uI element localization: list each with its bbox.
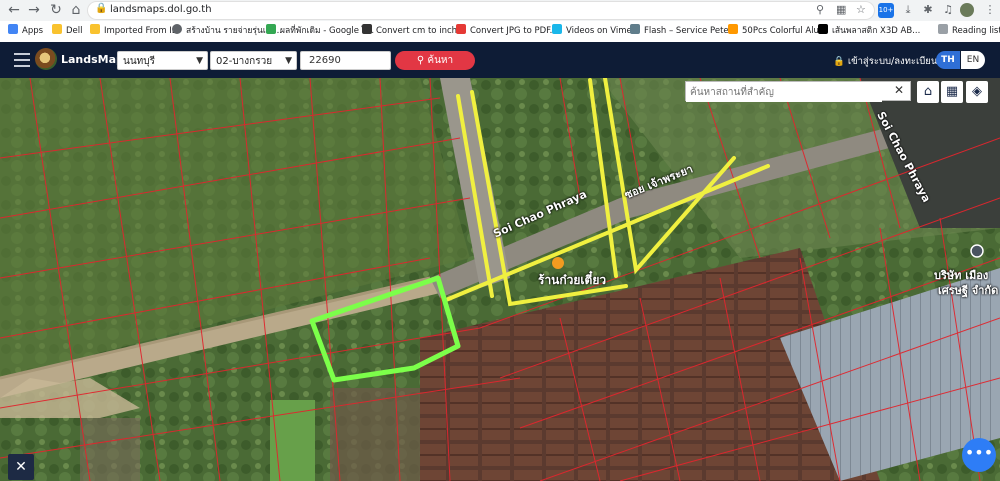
district-select[interactable]: 02-บางกรวย ▼ bbox=[210, 51, 297, 70]
more-options-button[interactable]: ••• bbox=[962, 438, 996, 472]
place-search-box[interactable]: ✕ bbox=[685, 81, 911, 102]
extensions-icon[interactable]: ✱ bbox=[920, 2, 936, 18]
globe-icon bbox=[172, 24, 182, 34]
satellite-map bbox=[0, 78, 1000, 481]
bookmark-dell[interactable]: Dell bbox=[52, 23, 83, 39]
tools-icon[interactable]: ✕ bbox=[8, 454, 34, 480]
poi-marker-icon bbox=[552, 257, 564, 269]
bookmark-item[interactable]: ผลที่พักเดิม - Google ไ... bbox=[266, 23, 374, 39]
vimeo-icon bbox=[552, 24, 562, 34]
x-brand-icon bbox=[818, 24, 828, 34]
landsmaps-logo bbox=[35, 48, 57, 70]
app-header: LandsMaps นนทบุรี▼ 02-บางกรวย▼ ⚲ ค้นหา 🔒… bbox=[0, 42, 1000, 78]
search-button[interactable]: ⚲ ค้นหา bbox=[395, 51, 475, 70]
forward-icon[interactable]: → bbox=[26, 2, 42, 18]
close-icon[interactable]: ✕ bbox=[894, 83, 904, 97]
layers-icon[interactable]: ◈ bbox=[966, 81, 988, 103]
bookmark-item[interactable]: เส้นพลาสติก X3D AB... bbox=[818, 23, 920, 39]
qr-icon[interactable]: ▦ bbox=[836, 3, 846, 16]
location-icon[interactable]: ⚲ bbox=[816, 3, 824, 16]
shop-icon bbox=[728, 24, 738, 34]
reading-list-icon bbox=[938, 24, 948, 34]
bookmark-item[interactable]: Flash – Service Pete... bbox=[630, 23, 737, 39]
home-icon[interactable]: ⌂ bbox=[68, 2, 84, 18]
chevron-down-icon: ▼ bbox=[196, 56, 203, 66]
apps-grid-icon bbox=[8, 24, 18, 34]
media-icon[interactable]: ♫ bbox=[940, 2, 956, 18]
lang-en-button[interactable]: EN bbox=[961, 51, 985, 69]
folder-icon bbox=[90, 24, 100, 34]
url-text: landsmaps.dol.go.th bbox=[110, 4, 212, 15]
hamburger-menu-icon[interactable] bbox=[14, 53, 30, 67]
back-icon[interactable]: ← bbox=[6, 2, 22, 18]
lock-icon: 🔒 bbox=[833, 56, 848, 67]
reload-icon[interactable]: ↻ bbox=[48, 2, 64, 18]
star-icon[interactable]: ☆ bbox=[856, 3, 866, 16]
grid-table-icon[interactable]: ▦ bbox=[941, 81, 963, 103]
company-marker-icon bbox=[970, 244, 984, 258]
bookmarks-bar: Apps Dell Imported From IE สร้างบ้าน ราย… bbox=[0, 21, 1000, 43]
search-icon: ⚲ bbox=[416, 55, 428, 66]
map-view[interactable]: Soi Chao Phraya ซอย เจ้าพระยา Soi Chao P… bbox=[0, 78, 1000, 481]
bookmark-imported[interactable]: Imported From IE bbox=[90, 23, 177, 39]
bookmark-item[interactable]: Convert JPG to PDF... bbox=[456, 23, 558, 39]
drive-icon bbox=[266, 24, 276, 34]
parcel-number-input[interactable] bbox=[300, 51, 391, 70]
place-search-input[interactable] bbox=[686, 82, 882, 102]
pdf-icon bbox=[456, 24, 466, 34]
lock-icon: 🔒 bbox=[95, 3, 108, 14]
folder-icon bbox=[52, 24, 62, 34]
bookmark-item[interactable]: Videos on Vimeo bbox=[552, 23, 637, 39]
download-icon[interactable]: ⤓ bbox=[900, 2, 916, 18]
bookmark-apps[interactable]: Apps bbox=[8, 23, 43, 39]
browser-toolbar: ← → ↻ ⌂ 🔒 landsmaps.dol.go.th ⚲ ▦ ☆ 10+ … bbox=[0, 0, 1000, 21]
extension-badge[interactable]: 10+ bbox=[878, 3, 894, 18]
bookmark-item[interactable]: 50Pcs Colorful Alu... bbox=[728, 23, 827, 39]
bookmark-item[interactable]: Convert cm to inch... bbox=[362, 23, 465, 39]
converter-icon bbox=[362, 24, 372, 34]
province-select[interactable]: นนทบุรี ▼ bbox=[117, 51, 208, 70]
menu-kebab-icon[interactable]: ⋮ bbox=[982, 2, 998, 18]
flash-icon bbox=[630, 24, 640, 34]
reading-list[interactable]: Reading list bbox=[938, 23, 1000, 39]
chevron-down-icon: ▼ bbox=[285, 56, 292, 66]
home-map-icon[interactable]: ⌂ bbox=[917, 81, 939, 103]
poi-label: ร้านก๋วยเตี๋ยว bbox=[538, 273, 607, 287]
company-label-2: เศรษฐี จำกัด bbox=[938, 284, 999, 297]
lang-th-button[interactable]: TH bbox=[936, 51, 960, 69]
login-link[interactable]: 🔒 เข้าสู่ระบบ/ลงทะเบียน bbox=[833, 54, 937, 69]
address-bar[interactable]: 🔒 landsmaps.dol.go.th ⚲ ▦ ☆ bbox=[88, 2, 874, 19]
profile-avatar[interactable] bbox=[960, 3, 974, 17]
